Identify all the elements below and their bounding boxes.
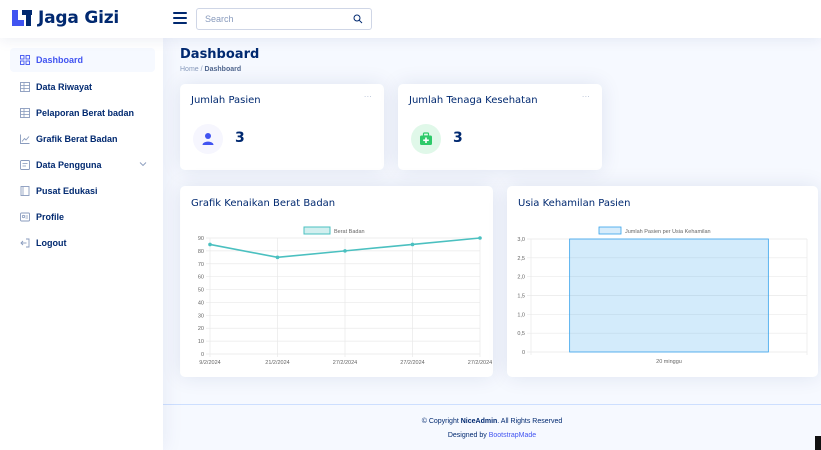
- stat-icon-wrap: [411, 124, 441, 154]
- card-jumlah-pasien: Jumlah Pasien ... 3: [180, 84, 384, 170]
- id-card-icon: [20, 212, 30, 222]
- data-point: [208, 242, 212, 247]
- y-tick-label: 0: [522, 350, 525, 356]
- more-options-icon[interactable]: ...: [582, 90, 590, 99]
- page-title: Dashboard: [180, 47, 260, 62]
- logo-icon: [12, 8, 34, 28]
- sidebar-item-pelaporan-berat-badan[interactable]: Pelaporan Berat badan: [10, 100, 155, 126]
- breadcrumb-home[interactable]: Home: [180, 66, 199, 73]
- data-point: [478, 236, 482, 240]
- menu-toggle-icon[interactable]: [173, 12, 187, 24]
- y-tick-label: 90: [198, 236, 204, 242]
- logo[interactable]: Jaga Gizi: [12, 8, 119, 28]
- sidebar-item-label: Pelaporan Berat badan: [36, 108, 135, 118]
- sidebar-item-label: Logout: [36, 238, 67, 248]
- person-icon: [202, 133, 214, 145]
- sidebar-item-label: Dashboard: [36, 55, 84, 65]
- y-tick-label: 10: [198, 339, 204, 345]
- y-tick-label: 60: [198, 275, 204, 281]
- card-usia-kehamilan: Usia Kehamilan Pasien 0 0,5 1,0 1,5 2,0 2,5 3,…: [507, 186, 818, 377]
- sidebar: Dashboard Data Riwayat Pelaporan Berat b…: [0, 38, 163, 450]
- breadcrumb: Home / Dashboard: [180, 66, 241, 73]
- footer-copyright: © Copyright NiceAdmin. All Rights Reserv…: [163, 418, 821, 425]
- y-tick-label: 40: [198, 300, 204, 306]
- y-tick-label: 50: [198, 288, 204, 294]
- legend-label: Berat Badan: [334, 229, 365, 235]
- y-tick-label: 1,0: [517, 312, 525, 318]
- search-bar: [196, 8, 372, 30]
- breadcrumb-separator: /: [200, 66, 203, 73]
- x-tick-label: 27/2/2024: [400, 360, 424, 366]
- card-title: Jumlah Pasien: [191, 95, 261, 106]
- footer-rights: . All Rights Reserved: [497, 418, 563, 425]
- designed-prefix: Designed by: [447, 432, 487, 439]
- x-tick-label: 20 minggu: [656, 359, 682, 365]
- sidebar-item-label: Profile: [36, 212, 65, 222]
- stat-value: 3: [235, 130, 245, 146]
- chevron-down-icon[interactable]: [139, 160, 147, 168]
- bar-chart: 0 0,5 1,0 1,5 2,0 2,5 3,0 Jumlah Pasien per Usi…: [517, 226, 808, 365]
- stat-value: 3: [453, 130, 463, 146]
- data-point: [343, 249, 347, 253]
- app-name: Jaga Gizi: [38, 8, 120, 28]
- sidebar-item-data-pengguna[interactable]: Data Pengguna: [10, 152, 155, 178]
- card-jumlah-tenaga-kesehatan: Jumlah Tenaga Kesehatan ... 3: [398, 84, 602, 170]
- y-tick-label: 0: [201, 352, 204, 358]
- sidebar-item-grafik-berat-badan[interactable]: Grafik Berat Badan: [10, 126, 155, 152]
- logout-icon: [20, 238, 30, 248]
- card-title: Jumlah Tenaga Kesehatan: [409, 95, 538, 106]
- more-options-icon[interactable]: ...: [364, 90, 372, 99]
- x-tick-label: 21/2/2024: [265, 360, 289, 366]
- y-tick-label: 30: [198, 313, 204, 319]
- search-input[interactable]: [205, 14, 345, 24]
- stat-icon-wrap: [193, 124, 223, 154]
- sidebar-item-label: Data Riwayat: [36, 82, 93, 92]
- card-grafik-berat-badan: Grafik Kenaikan Berat Badan 0 10 20 30 40 50 6…: [180, 186, 493, 377]
- bar: [569, 238, 769, 353]
- form-icon: [20, 160, 30, 170]
- chart-icon: [20, 134, 30, 144]
- y-tick-label: 70: [198, 262, 204, 268]
- table-icon: [20, 108, 30, 118]
- y-tick-label: 3,0: [517, 237, 525, 243]
- sidebar-item-dashboard[interactable]: Dashboard: [10, 48, 155, 72]
- y-tick-label: 0,5: [517, 331, 525, 337]
- y-tick-label: 80: [198, 249, 204, 255]
- sidebar-item-label: Pusat Edukasi: [36, 186, 98, 196]
- sidebar-nav: Dashboard Data Riwayat Pelaporan Berat b…: [0, 38, 163, 256]
- sidebar-item-logout[interactable]: Logout: [10, 230, 155, 256]
- sidebar-item-pusat-edukasi[interactable]: Pusat Edukasi: [10, 178, 155, 204]
- data-point: [275, 255, 280, 260]
- data-point: [410, 242, 415, 247]
- x-tick-label: 27/2/2024: [468, 360, 492, 366]
- footer: © Copyright NiceAdmin. All Rights Reserv…: [163, 404, 821, 450]
- y-tick-label: 1,5: [517, 294, 525, 300]
- y-tick-label: 20: [198, 326, 204, 332]
- back-to-top-button[interactable]: [815, 436, 821, 450]
- search-icon[interactable]: [353, 14, 363, 24]
- grid-icon: [20, 55, 30, 65]
- footer-credits: Designed by BootstrapMade: [163, 432, 821, 439]
- legend-label: Jumlah Pasien per Usia Kehamilan: [625, 229, 711, 235]
- legend-swatch: [303, 226, 331, 235]
- y-tick-label: 2,0: [517, 275, 525, 281]
- medkit-icon: [420, 132, 432, 145]
- breadcrumb-current: Dashboard: [204, 66, 242, 73]
- copyright-prefix: © Copyright: [421, 418, 459, 425]
- line-chart: 0 10 20 30 40 50 60 70 80 90 9/2/2024 21/2/2024 27/2…: [198, 226, 492, 366]
- sidebar-item-label: Data Pengguna: [36, 160, 102, 170]
- footer-brand: NiceAdmin: [460, 418, 498, 425]
- sidebar-item-label: Grafik Berat Badan: [36, 134, 118, 144]
- y-tick-label: 2,5: [517, 256, 525, 262]
- header: Jaga Gizi: [0, 0, 821, 38]
- table-icon: [20, 82, 30, 92]
- sidebar-item-profile[interactable]: Profile: [10, 204, 155, 230]
- book-icon: [20, 186, 30, 196]
- legend-swatch: [598, 226, 622, 235]
- x-tick-label: 9/2/2024: [199, 360, 220, 366]
- designer-link[interactable]: BootstrapMade: [489, 432, 536, 439]
- x-tick-label: 27/2/2024: [333, 360, 357, 366]
- sidebar-item-data-riwayat[interactable]: Data Riwayat: [10, 74, 155, 100]
